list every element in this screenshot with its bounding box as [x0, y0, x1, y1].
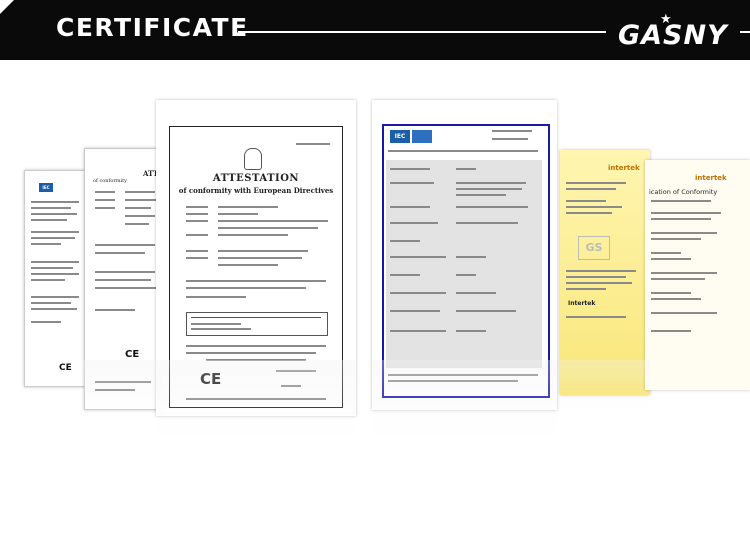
iec-content-panel	[386, 160, 542, 368]
standards-table	[186, 312, 328, 336]
brand-logo-text: GASNY	[618, 20, 728, 51]
header-band: CERTIFICATE GASNY ★	[0, 0, 750, 60]
doc-subtitle: of conformity	[93, 178, 127, 184]
reflection	[0, 360, 750, 480]
iec-secondary-logo	[412, 130, 432, 143]
seal-icon	[244, 148, 262, 170]
certificate-intertek-gs: intertek GS Intertek	[560, 150, 650, 395]
attestation-subtitle: of conformity with European Directives	[178, 186, 334, 195]
intertek-logo: intertek	[695, 174, 727, 182]
certificate-far-left: IEC CE	[24, 170, 88, 387]
intertek-footer-logo: Intertek	[568, 300, 596, 307]
title-tab: CERTIFICATE	[0, 0, 247, 60]
star-icon: ★	[660, 12, 672, 27]
brand-logo: GASNY ★	[606, 12, 740, 52]
title-tab-corner	[0, 0, 14, 14]
iec-logo: IEC	[39, 183, 53, 192]
attestation-title: ATTESTATION	[212, 173, 300, 184]
conformity-title: ication of Conformity	[649, 188, 718, 196]
certificate-intertek-conformity: intertek ication of Conformity	[645, 160, 750, 390]
ce-mark: CE	[125, 349, 140, 360]
yellow-background	[560, 150, 650, 395]
page-title: CERTIFICATE	[56, 13, 249, 42]
intertek-logo: intertek	[608, 164, 640, 172]
gs-watermark: GS	[578, 236, 610, 260]
certificate-gallery: IEC CE ATTE of conformity CE ATTESTATION…	[0, 60, 750, 534]
iec-logo: IEC	[390, 130, 410, 143]
